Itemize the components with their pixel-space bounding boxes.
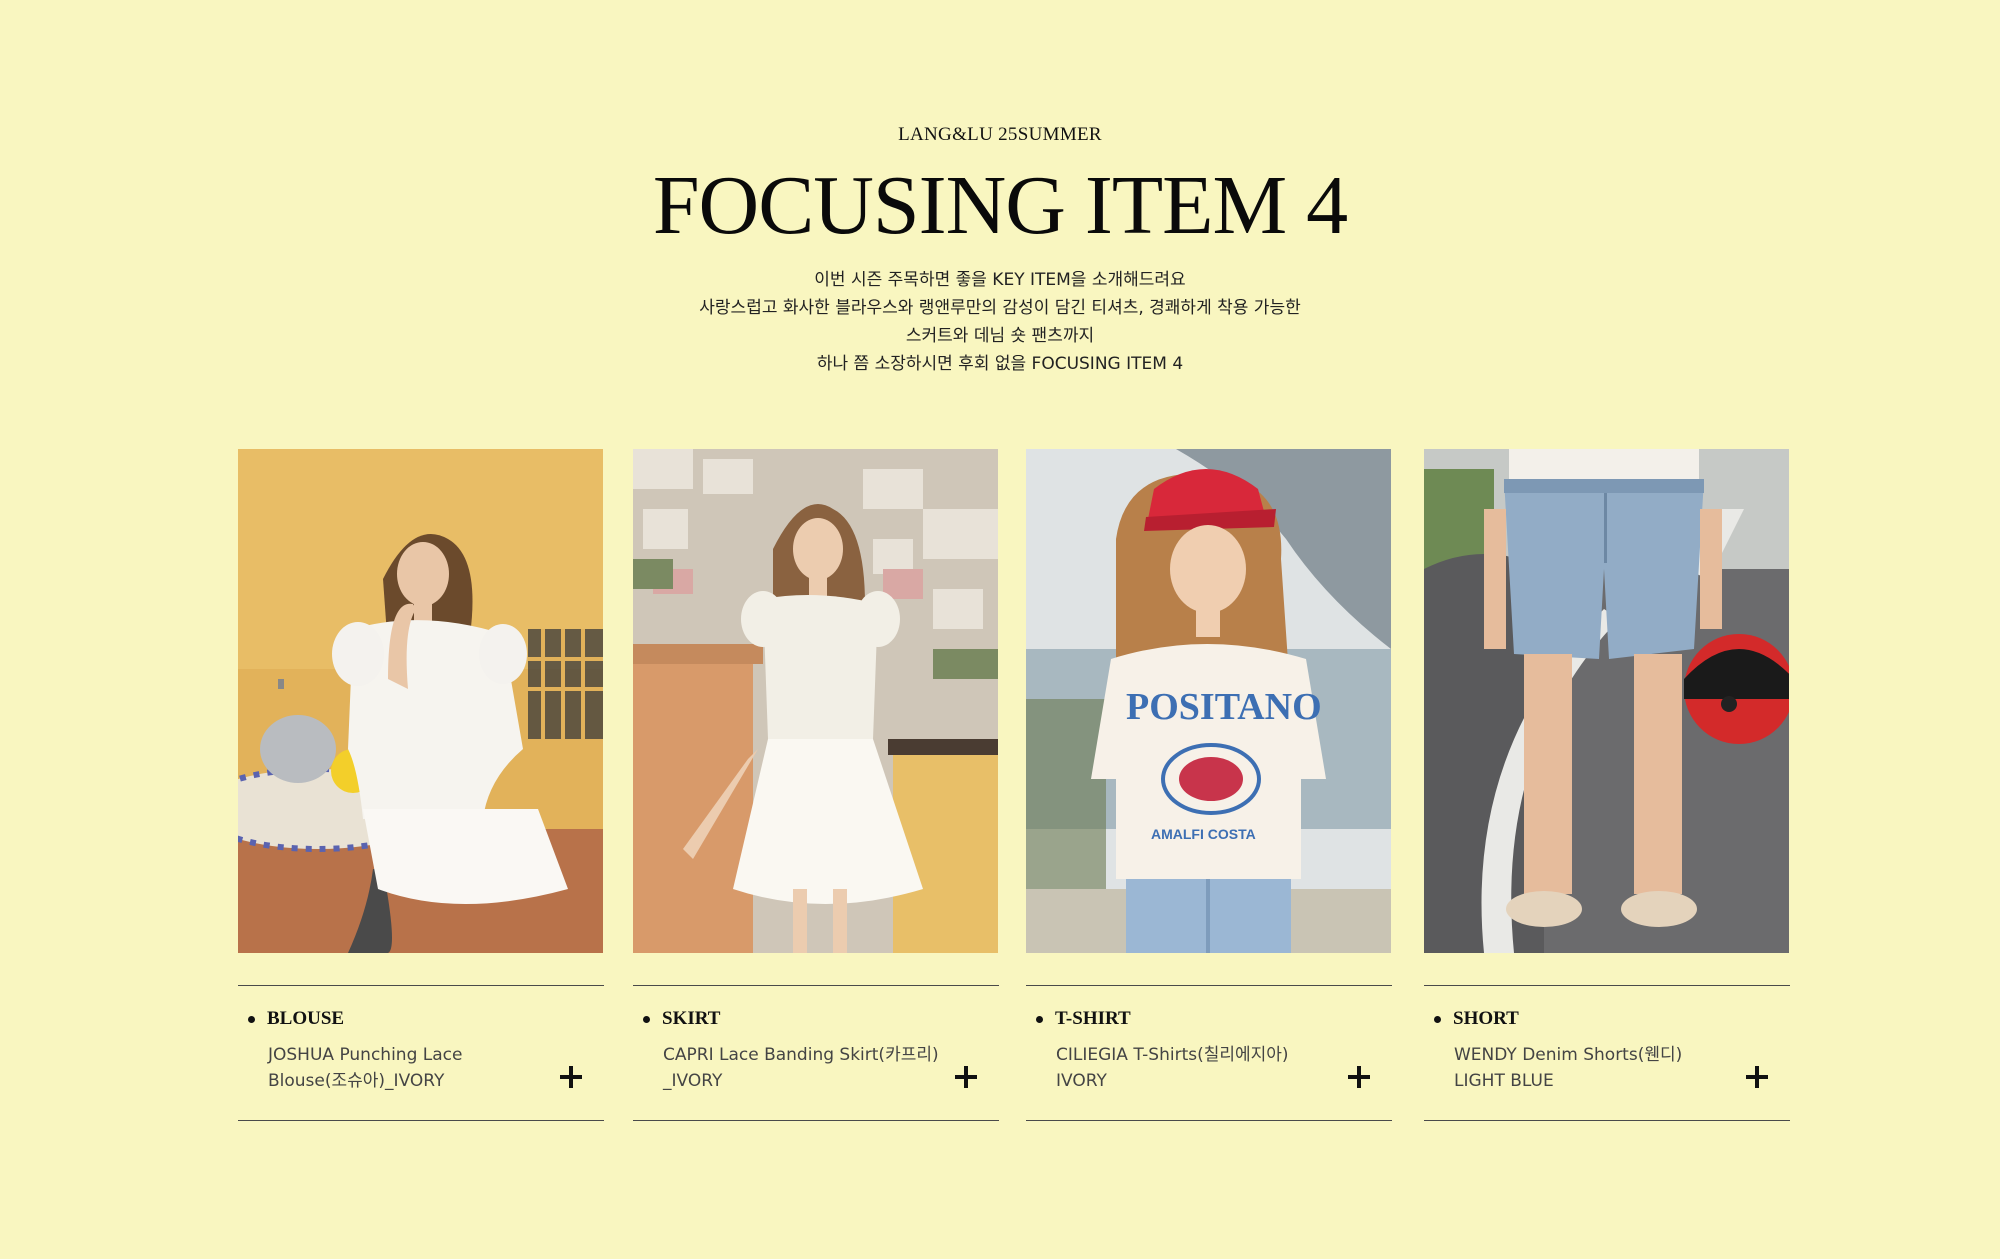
short-photo-illustration (1424, 449, 1789, 953)
plus-icon[interactable] (955, 1066, 977, 1088)
product-card-tshirt[interactable]: POSITANO AMALFI COSTA T-SHIRT CILIEGIA T… (1026, 449, 1392, 1121)
product-card-skirt[interactable]: SKIRT CAPRI Lace Banding Skirt(카프리) _IVO… (633, 449, 999, 1121)
product-photo[interactable] (633, 449, 998, 953)
bullet-icon (1434, 1015, 1441, 1023)
product-info: SHORT WENDY Denim Shorts(웬디) LIGHT BLUE (1424, 985, 1790, 1121)
product-name[interactable]: WENDY Denim Shorts(웬디) LIGHT BLUE (1454, 1042, 1744, 1094)
category-text: SHORT (1453, 1008, 1519, 1029)
category-label: BLOUSE (248, 1008, 344, 1030)
product-info: BLOUSE JOSHUA Punching Lace Blouse(조슈아)_… (238, 985, 604, 1121)
category-label: SHORT (1434, 1008, 1519, 1030)
category-text: BLOUSE (267, 1008, 345, 1029)
product-photo[interactable]: POSITANO AMALFI COSTA (1026, 449, 1391, 953)
product-photo[interactable] (238, 449, 603, 953)
svg-text:POSITANO: POSITANO (1126, 686, 1322, 728)
intro-line: 이번 시즌 주목하면 좋을 KEY ITEM을 소개해드려요 (814, 270, 1186, 290)
bullet-icon (643, 1015, 650, 1023)
skirt-photo-illustration (633, 449, 998, 953)
plus-icon[interactable] (560, 1066, 582, 1088)
product-name[interactable]: JOSHUA Punching Lace Blouse(조슈아)_IVORY (268, 1042, 558, 1094)
intro-line: 하나 쯤 소장하시면 후회 없을 FOCUSING ITEM 4 (816, 354, 1184, 374)
tshirt-photo-illustration: POSITANO AMALFI COSTA (1026, 449, 1391, 953)
svg-text:AMALFI COSTA: AMALFI COSTA (1151, 826, 1256, 842)
category-label: SKIRT (643, 1008, 720, 1030)
category-text: T-SHIRT (1055, 1008, 1131, 1029)
product-card-blouse[interactable]: BLOUSE JOSHUA Punching Lace Blouse(조슈아)_… (238, 449, 604, 1121)
product-photo[interactable] (1424, 449, 1789, 953)
product-name[interactable]: CAPRI Lace Banding Skirt(카프리) _IVORY (663, 1042, 953, 1094)
bullet-icon (248, 1015, 255, 1023)
product-name[interactable]: CILIEGIA T-Shirts(칠리에지아) IVORY (1056, 1042, 1346, 1094)
category-label: T-SHIRT (1036, 1008, 1131, 1030)
product-info: SKIRT CAPRI Lace Banding Skirt(카프리) _IVO… (633, 985, 999, 1121)
intro-line: 사랑스럽고 화사한 블라우스와 랭앤루만의 감성이 담긴 티셔츠, 경쾌하게 착… (699, 298, 1301, 318)
bullet-icon (1036, 1015, 1043, 1023)
intro-line: 스커트와 데님 숏 팬츠까지 (905, 326, 1095, 346)
page-title: FOCUSING ITEM 4 (652, 159, 1348, 252)
product-card-short[interactable]: SHORT WENDY Denim Shorts(웬디) LIGHT BLUE (1424, 449, 1790, 1121)
plus-icon[interactable] (1746, 1066, 1768, 1088)
blouse-photo-illustration (238, 449, 603, 953)
plus-icon[interactable] (1348, 1066, 1370, 1088)
intro-text: 이번 시즌 주목하면 좋을 KEY ITEM을 소개해드려요 사랑스럽고 화사한… (0, 266, 2000, 378)
brand-season-label: LANG&LU 25SUMMER (898, 124, 1102, 145)
category-text: SKIRT (662, 1008, 721, 1029)
product-info: T-SHIRT CILIEGIA T-Shirts(칠리에지아) IVORY (1026, 985, 1392, 1121)
